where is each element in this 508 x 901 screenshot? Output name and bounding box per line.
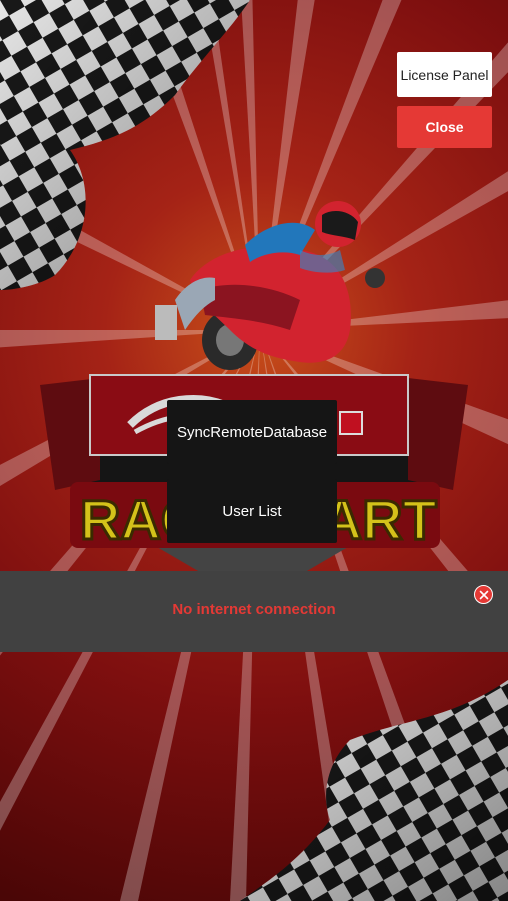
- close-icon[interactable]: [474, 585, 493, 604]
- close-icon-glyph: [479, 590, 488, 599]
- user-list-button[interactable]: User List: [167, 479, 337, 543]
- sync-remote-database-button[interactable]: SyncRemoteDatabase: [167, 400, 337, 464]
- no-internet-message: No internet connection: [172, 600, 336, 618]
- license-panel-button[interactable]: License Panel: [397, 52, 492, 97]
- no-internet-banner: No internet connection: [0, 571, 508, 652]
- close-button[interactable]: Close: [397, 106, 492, 148]
